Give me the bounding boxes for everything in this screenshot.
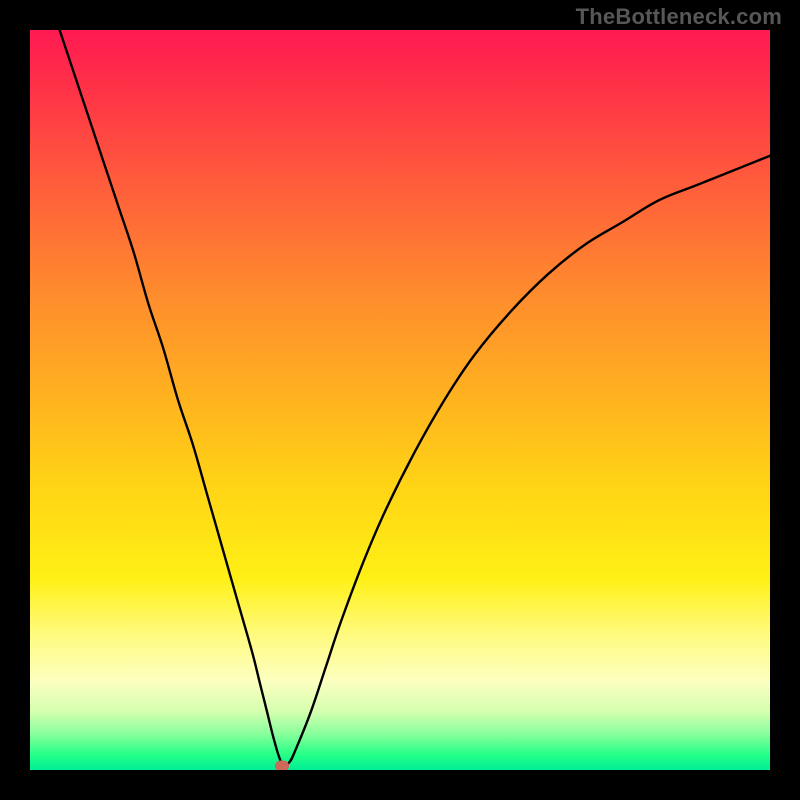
- plot-area: [30, 30, 770, 770]
- optimal-point-marker: [275, 761, 289, 770]
- curve-path: [60, 30, 770, 765]
- bottleneck-curve: [30, 30, 770, 770]
- watermark-text: TheBottleneck.com: [576, 4, 782, 30]
- chart-frame: TheBottleneck.com: [0, 0, 800, 800]
